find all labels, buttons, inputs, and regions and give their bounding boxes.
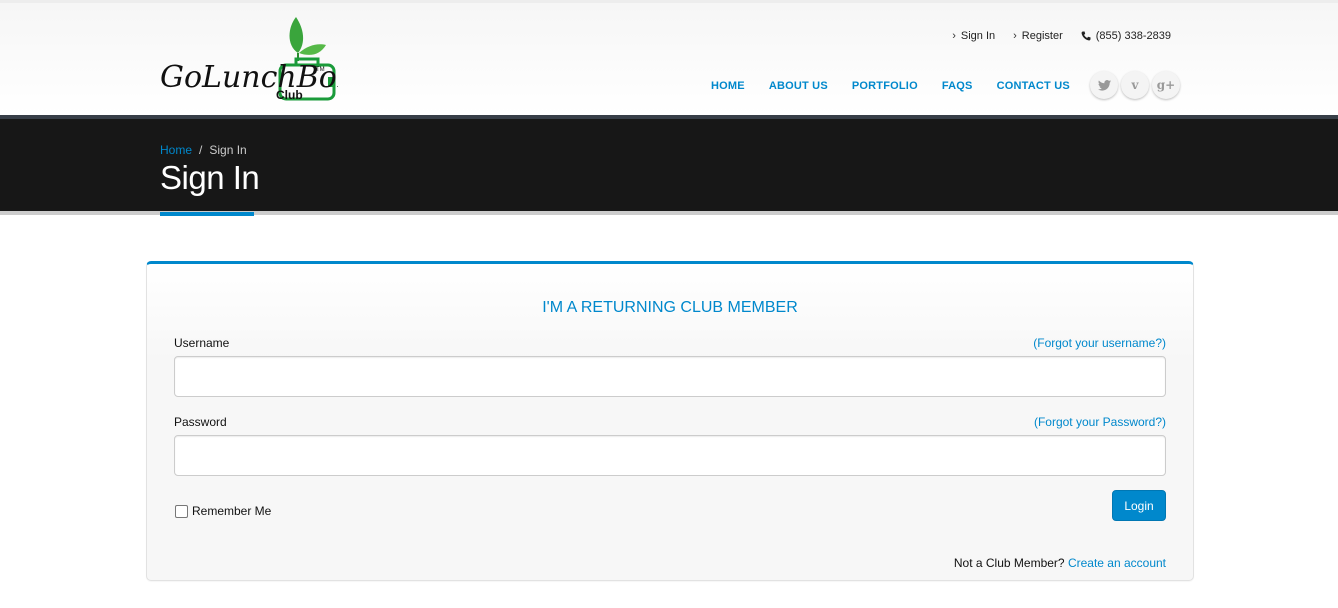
register-link[interactable]: › Register [1013, 30, 1063, 42]
username-label: Username [174, 336, 230, 350]
not-member-text: Not a Club Member? [953, 556, 1065, 570]
remember-me-label[interactable]: Remember Me [192, 504, 271, 518]
form-heading: I'M A RETURNING CLUB MEMBER [542, 299, 798, 316]
site-header: GoLunchBox Club TM › Sign In › Register … [0, 0, 1338, 115]
password-field[interactable] [174, 435, 1166, 476]
main-nav: HOME ABOUT US PORTFOLIO FAQS CONTACT US [711, 80, 1094, 92]
page-title: Sign In [160, 159, 260, 196]
phone-icon [1081, 31, 1091, 41]
vimeo-icon[interactable]: v [1121, 71, 1149, 99]
create-account-link[interactable]: Create an account [1068, 556, 1166, 570]
logo[interactable]: GoLunchBox Club TM [158, 15, 354, 105]
logo-club: Club [276, 88, 303, 102]
login-button[interactable]: Login [1112, 490, 1166, 521]
remember-me[interactable]: Remember Me [175, 504, 271, 518]
nav-faqs[interactable]: FAQS [942, 80, 973, 92]
breadcrumb-current: Sign In [209, 143, 247, 157]
social-links: v g+ [1090, 71, 1183, 99]
remember-me-checkbox[interactable] [175, 504, 188, 518]
twitter-icon[interactable] [1090, 71, 1118, 99]
breadcrumb-home[interactable]: Home [160, 143, 192, 157]
top-links: › Sign In › Register (855) 338-2839 [934, 30, 1171, 42]
password-label: Password [174, 415, 227, 429]
nav-portfolio[interactable]: PORTFOLIO [852, 80, 918, 92]
logo-wordmark: GoLunchBox [160, 60, 338, 95]
signin-link[interactable]: › Sign In [952, 30, 995, 42]
breadcrumb: Home / Sign In [160, 143, 247, 157]
nav-about-us[interactable]: ABOUT US [769, 80, 828, 92]
phone-number: (855) 338-2839 [1081, 30, 1171, 42]
signup-prompt: Not a Club Member? Create an account [954, 556, 1166, 570]
login-card: I'M A RETURNING CLUB MEMBER Username (Fo… [146, 261, 1194, 581]
google-plus-icon[interactable]: g+ [1152, 71, 1180, 99]
logo-tm: TM [316, 67, 325, 73]
forgot-username-link[interactable]: (Forgot your username?) [1033, 336, 1166, 350]
page-header-band: Home / Sign In Sign In [0, 115, 1338, 216]
chevron-right-icon: › [952, 30, 956, 42]
breadcrumb-separator: / [199, 143, 203, 157]
chevron-right-icon: › [1013, 30, 1017, 42]
register-link-label[interactable]: Register [1022, 30, 1063, 42]
signin-link-label[interactable]: Sign In [961, 30, 995, 42]
title-underline [160, 212, 254, 216]
phone-number-label: (855) 338-2839 [1095, 30, 1171, 42]
forgot-password-link[interactable]: (Forgot your Password?) [1034, 415, 1166, 429]
nav-contact-us[interactable]: CONTACT US [997, 80, 1070, 92]
username-field[interactable] [174, 356, 1166, 397]
nav-home[interactable]: HOME [711, 80, 745, 92]
